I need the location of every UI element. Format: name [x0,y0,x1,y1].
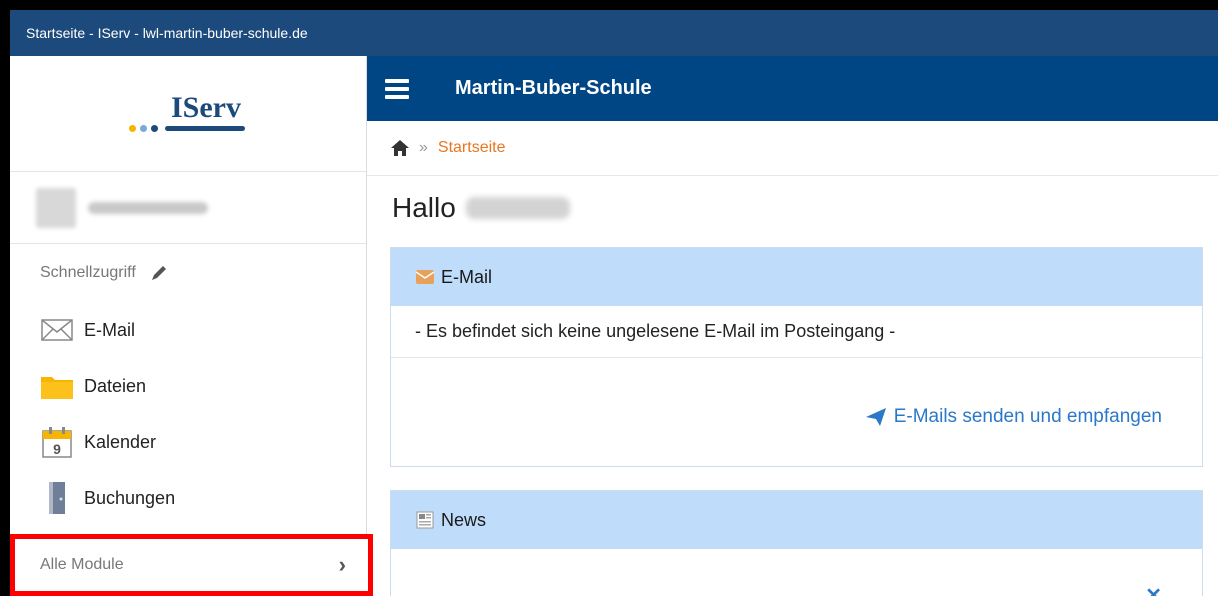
newspaper-icon [416,511,434,529]
all-modules-label: Alle Module [40,556,124,573]
window-title: Startseite - IServ - lwl-martin-buber-sc… [26,25,308,41]
logo-underline [165,125,245,131]
logo-dot-blue [151,124,158,132]
user-name-blurred [88,201,208,214]
logo-text: IServ [171,90,241,124]
all-modules-button[interactable]: Alle Module › [10,534,373,596]
greeting-name-blurred [465,197,570,219]
calendar-icon: 9 [40,425,74,459]
quick-access-header: Schnellzugriff [10,244,366,302]
send-receive-label: E-Mails senden und empfangen [893,406,1162,427]
hamburger-menu-icon[interactable] [385,78,409,99]
quick-access-label: Schnellzugriff [40,264,136,281]
news-panel-title: News [441,509,487,530]
breadcrumb-separator: » [419,139,428,156]
user-menu[interactable] [10,172,366,244]
mail-tray-icon [415,270,435,284]
school-name[interactable]: Martin-Buber-Schule [455,77,652,100]
sidebar: IServ Schnellzugriff E-Mail Dateien 9 Ka… [10,56,373,596]
logo-dot-yellow [129,124,136,132]
page-title: Hallo [392,192,570,224]
sidebar-item-label: Buchungen [84,487,176,508]
iserv-logo[interactable]: IServ [129,91,247,137]
email-panel: E-Mail - Es befindet sich keine ungelese… [390,247,1203,467]
email-panel-header: E-Mail [391,248,1202,306]
avatar [36,187,76,228]
sidebar-item-files[interactable]: Dateien [10,358,366,414]
sidebar-item-calendar[interactable]: 9 Kalender [10,414,366,470]
logo-area[interactable]: IServ [10,56,366,172]
sidebar-item-label: Dateien [84,375,147,396]
paper-plane-icon [865,408,886,426]
sidebar-item-email[interactable]: E-Mail [10,302,366,358]
sidebar-item-label: E-Mail [84,319,136,340]
breadcrumb: » Startseite [367,121,1218,176]
breadcrumb-current[interactable]: Startseite [438,139,506,157]
greeting-text: Hallo [392,192,456,223]
email-status-message: - Es befindet sich keine ungelesene E-Ma… [391,306,1202,358]
door-icon [40,481,74,515]
chevron-right-icon: › [338,552,346,577]
pencil-icon[interactable] [150,264,168,282]
send-receive-link[interactable]: E-Mails senden und empfangen [865,406,1162,428]
envelope-icon [40,313,74,347]
top-navbar: Martin-Buber-Schule [367,56,1218,121]
email-panel-title: E-Mail [441,266,493,287]
news-panel-header: News [391,491,1202,549]
window-titlebar: Startseite - IServ - lwl-martin-buber-sc… [10,10,1218,56]
news-panel: News ✕ [390,490,1203,596]
folder-icon [40,369,74,403]
home-icon[interactable] [391,140,409,156]
calendar-day: 9 [53,441,61,457]
sidebar-item-label: Kalender [84,431,157,452]
sidebar-item-bookings[interactable]: Buchungen [10,470,366,526]
close-icon[interactable]: ✕ [1145,583,1162,596]
logo-dot-lightblue [140,124,147,132]
